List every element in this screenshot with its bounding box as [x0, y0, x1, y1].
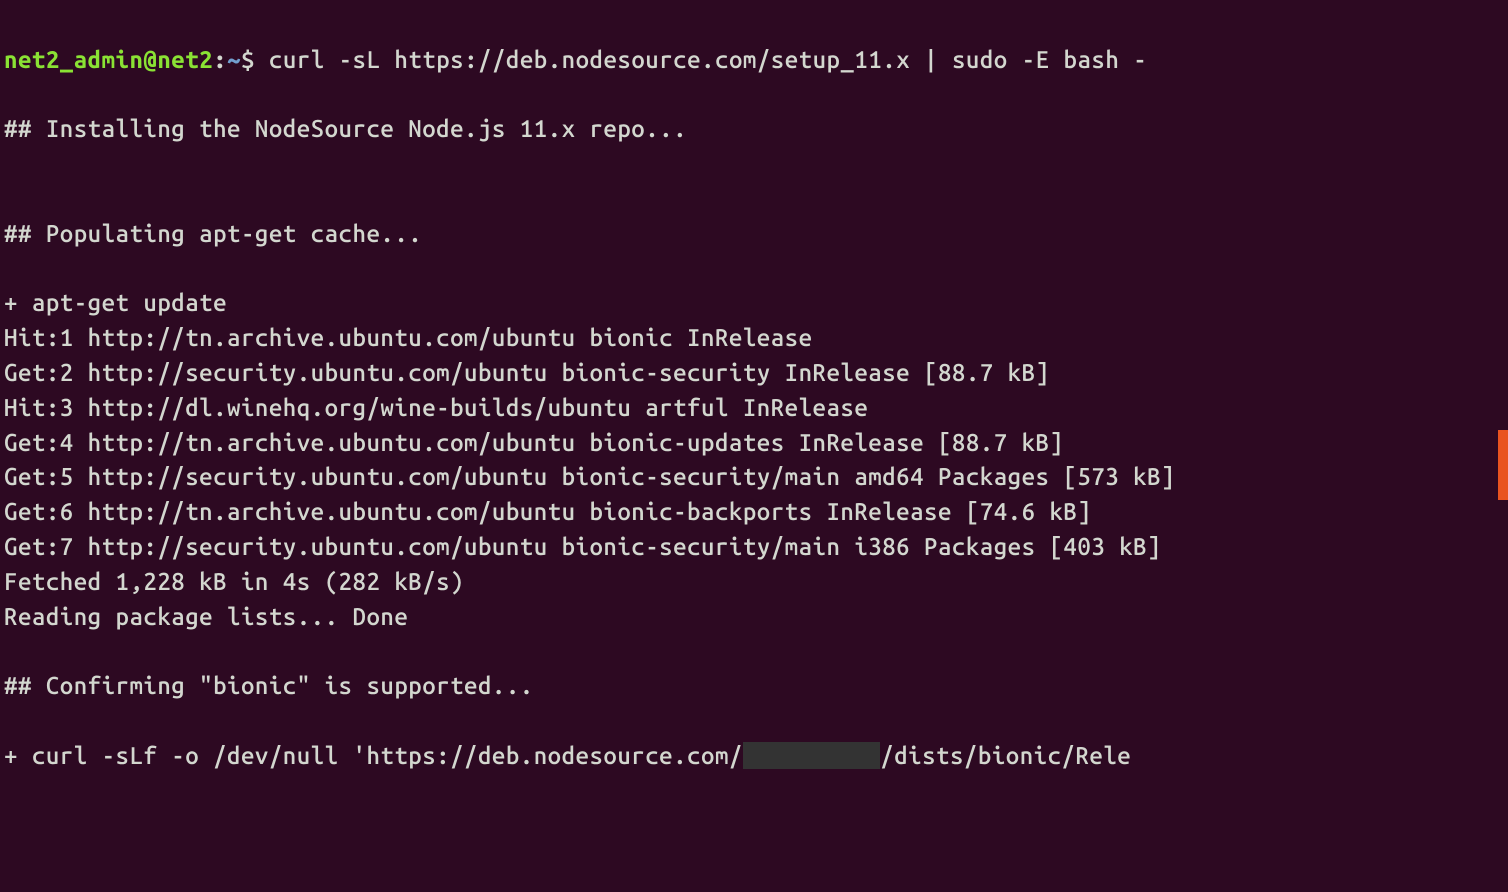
- output-line: Get:2 http://security.ubuntu.com/ubuntu …: [4, 359, 1050, 386]
- command-input: curl -sL https://deb.nodesource.com/setu…: [269, 46, 1147, 73]
- output-line: Get:4 http://tn.archive.ubuntu.com/ubunt…: [4, 429, 1063, 456]
- output-line: ## Confirming "bionic" is supported...: [4, 672, 534, 699]
- output-line: ## Installing the NodeSource Node.js 11.…: [4, 115, 687, 142]
- prompt-separator: :: [213, 46, 227, 73]
- prompt-path: ~: [227, 46, 241, 73]
- output-line: Hit:1 http://tn.archive.ubuntu.com/ubunt…: [4, 324, 813, 351]
- terminal-window[interactable]: net2_admin@net2:~$ curl -sL https://deb.…: [4, 8, 1504, 774]
- prompt-dollar: $: [241, 46, 255, 73]
- prompt-user-host: net2_admin@net2: [4, 46, 213, 73]
- command-text: [255, 46, 269, 73]
- output-line: ## Populating apt-get cache...: [4, 220, 422, 247]
- output-line: Get:6 http://tn.archive.ubuntu.com/ubunt…: [4, 498, 1091, 525]
- output-line-tail: /dists/bionic/Rele: [880, 742, 1131, 769]
- popup-overlay: [743, 742, 880, 769]
- scrollbar-thumb[interactable]: [1498, 430, 1508, 500]
- output-line: Hit:3 http://dl.winehq.org/wine-builds/u…: [4, 394, 868, 421]
- output-line: Fetched 1,228 kB in 4s (282 kB/s): [4, 568, 464, 595]
- output-line: Get:5 http://security.ubuntu.com/ubuntu …: [4, 463, 1175, 490]
- output-line: Get:7 http://security.ubuntu.com/ubuntu …: [4, 533, 1161, 560]
- output-line: Reading package lists... Done: [4, 603, 408, 630]
- output-line: + apt-get update: [4, 289, 227, 316]
- output-line: + curl -sLf -o /dev/null 'https://deb.no…: [4, 742, 743, 769]
